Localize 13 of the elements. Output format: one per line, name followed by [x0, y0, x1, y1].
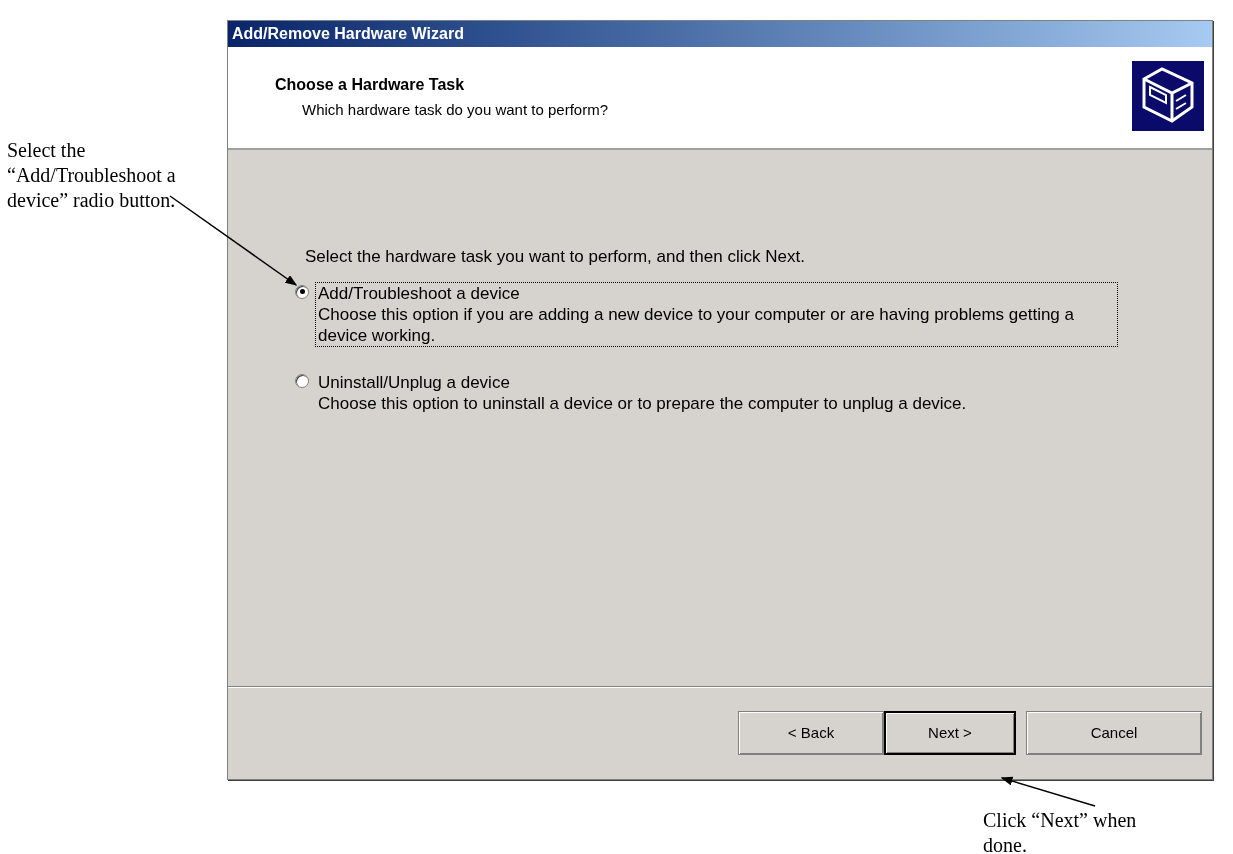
- option-label[interactable]: Uninstall/Unplug a device: [318, 371, 1103, 393]
- option-description: Choose this option if you are adding a new device to your computer or are having problems getting a device working.: [318, 303, 1075, 346]
- wizard-button[interactable]: < Back: [738, 711, 884, 755]
- page-subtitle: Which hardware task do you want to perform?: [301, 100, 608, 120]
- wizard-button[interactable]: Next >: [884, 711, 1016, 755]
- page-title: Choose a Hardware Task: [275, 75, 466, 95]
- wizard-button[interactable]: Cancel: [1026, 711, 1202, 755]
- option-label[interactable]: Add/Troubleshoot a device: [318, 282, 1103, 304]
- window-title: Add/Remove Hardware Wizard: [232, 24, 464, 44]
- option-description: Choose this option to uninstall a device or to prepare the computer to unplug a device.: [318, 392, 968, 414]
- instruction-text: Select the hardware task you want to perform, and then click Next.: [305, 246, 806, 268]
- annotation-text: Click “Next” when done.: [983, 808, 1138, 854]
- annotation-text: Select the “Add/Troubleshoot a device” radio button.: [7, 138, 177, 213]
